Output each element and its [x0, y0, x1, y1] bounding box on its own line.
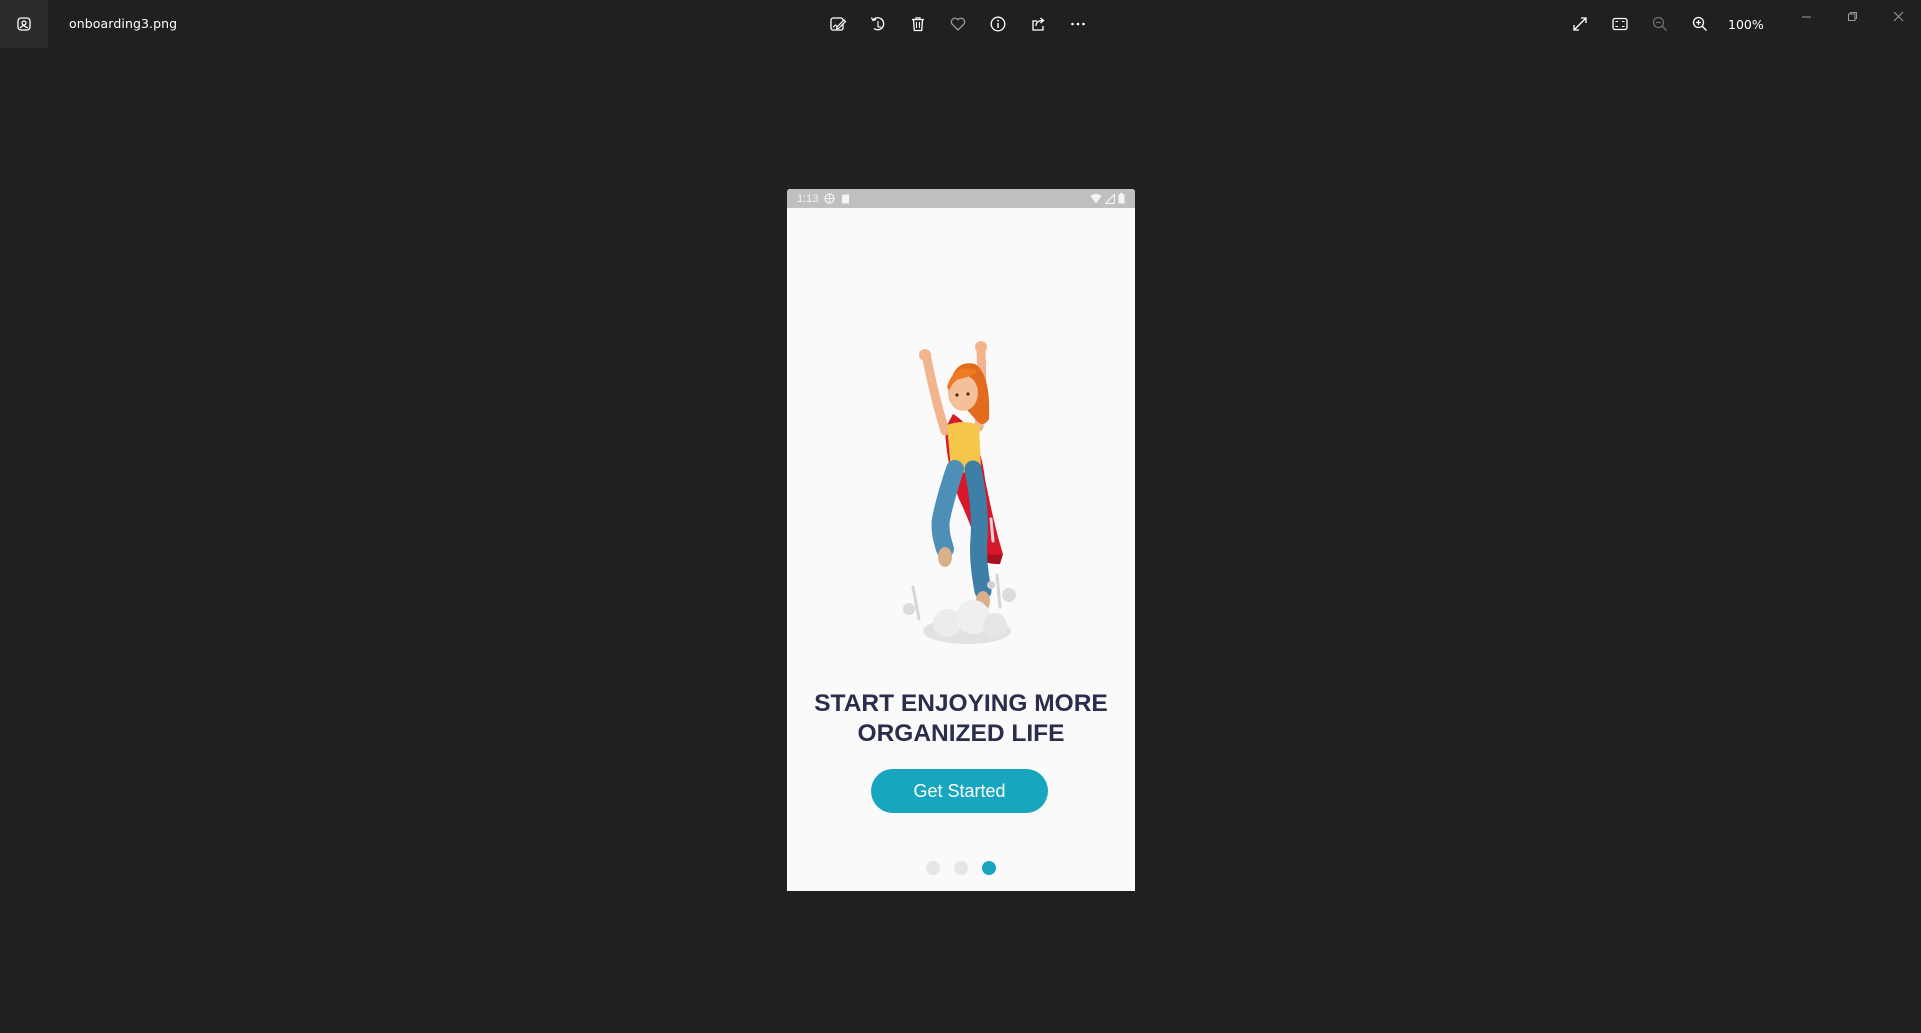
- close-icon: [1893, 11, 1903, 21]
- fit-to-window-icon: [1612, 17, 1628, 31]
- flying-superhero-illustration: [903, 341, 1016, 644]
- onboarding-headline: START ENJOYING MORE ORGANIZED LIFE: [787, 689, 1135, 749]
- status-bar: 1:13: [787, 189, 1135, 208]
- full-screen-button[interactable]: [1564, 8, 1596, 40]
- battery-icon: [1118, 193, 1125, 204]
- delete-button[interactable]: [902, 8, 934, 40]
- headline-line-2: ORGANIZED LIFE: [857, 720, 1065, 747]
- fit-to-window-button[interactable]: [1604, 8, 1636, 40]
- edit-image-icon: [830, 17, 847, 31]
- zoom-out-icon: [1652, 16, 1667, 31]
- rotate-button[interactable]: [862, 8, 894, 40]
- pagination-dots: [787, 861, 1135, 875]
- restore-icon: [1847, 11, 1857, 21]
- zoom-in-button[interactable]: [1684, 8, 1716, 40]
- get-started-button[interactable]: Get Started: [871, 769, 1048, 813]
- onboarding-screenshot: 1:13 START ENJOYING MORE ORGANIZED LIFE …: [787, 189, 1135, 891]
- pagination-dot-3[interactable]: [982, 861, 996, 875]
- minimize-icon: [1801, 16, 1811, 17]
- sd-card-icon: [842, 194, 850, 203]
- restore-button[interactable]: [1829, 0, 1875, 32]
- photos-app-icon: [17, 17, 31, 31]
- wifi-icon: [1090, 193, 1102, 203]
- zoom-out-button[interactable]: [1644, 8, 1676, 40]
- edit-image-button[interactable]: [822, 8, 854, 40]
- favorite-heart-icon: [950, 17, 966, 31]
- title-bar: onboarding3.png 100%: [0, 0, 1921, 48]
- center-toolbar: [822, 8, 1094, 40]
- window-controls: [1783, 0, 1921, 32]
- info-button[interactable]: [982, 8, 1014, 40]
- minimize-button[interactable]: [1783, 0, 1829, 32]
- delete-icon: [912, 17, 924, 32]
- app-icon[interactable]: [0, 0, 48, 48]
- favorite-button[interactable]: [942, 8, 974, 40]
- more-options-button[interactable]: [1062, 8, 1094, 40]
- sync-status-icon: [824, 193, 836, 204]
- full-screen-icon: [1573, 17, 1587, 31]
- photo-viewer-window: onboarding3.png 100% 1:13 START ENJOYING…: [0, 0, 1921, 1033]
- zoom-toolbar: 100%: [1564, 8, 1768, 40]
- pagination-dot-1[interactable]: [926, 861, 940, 875]
- headline-line-1: START ENJOYING MORE: [814, 690, 1108, 717]
- share-button[interactable]: [1022, 8, 1054, 40]
- zoom-in-icon: [1692, 16, 1707, 31]
- pagination-dot-2[interactable]: [954, 861, 968, 875]
- signal-icon: [1105, 193, 1115, 204]
- more-options-icon: [1071, 22, 1085, 26]
- rotate-icon: [870, 17, 885, 31]
- zoom-level[interactable]: 100%: [1724, 17, 1768, 32]
- file-name: onboarding3.png: [69, 16, 178, 31]
- close-button[interactable]: [1875, 0, 1921, 32]
- info-icon: [990, 16, 1006, 32]
- share-icon: [1032, 17, 1045, 31]
- status-time: 1:13: [797, 192, 819, 205]
